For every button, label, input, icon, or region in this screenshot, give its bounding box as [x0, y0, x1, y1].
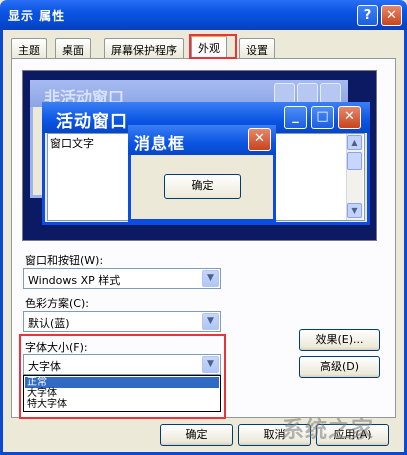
message-box-close-icon: ✕ [248, 128, 271, 151]
inactive-maximize-icon [297, 83, 318, 104]
tab-screensaver[interactable]: 屏幕保护程序 [104, 38, 184, 58]
windows-buttons-label: 窗口和按钮(W): [25, 254, 104, 267]
window-text: 窗口文字 [50, 137, 94, 150]
windows-buttons-select[interactable]: Windows XP 样式 ▼ [23, 268, 221, 289]
appearance-tab-highlight [189, 34, 237, 59]
scroll-up-icon: ▲ [347, 135, 362, 150]
active-minimize-icon: _ [284, 106, 307, 129]
title-bar: 显示 属性 ? ✕ [0, 0, 407, 30]
ok-button[interactable]: 确定 [160, 424, 233, 446]
watermark-logo: 系统之家 [282, 417, 375, 443]
window-title: 显示 属性 [8, 9, 66, 23]
active-close-icon: ✕ [338, 106, 361, 129]
close-button[interactable]: ✕ [381, 5, 402, 26]
color-scheme-label: 色彩方案(C): [25, 297, 89, 310]
tab-settings[interactable]: 设置 [239, 38, 275, 58]
windows-buttons-value: Windows XP 样式 [28, 274, 121, 287]
scroll-down-icon: ▼ [347, 203, 362, 218]
chevron-down-icon[interactable]: ▼ [202, 313, 219, 330]
active-window-title: 活动窗口 [56, 112, 128, 132]
advanced-button[interactable]: 高级(D) [299, 356, 380, 378]
help-button[interactable]: ? [357, 5, 378, 26]
active-maximize-icon: □ [311, 106, 334, 129]
color-scheme-value: 默认(蓝) [28, 317, 70, 330]
color-scheme-select[interactable]: 默认(蓝) ▼ [23, 311, 221, 332]
message-box-ok-button: 确定 [164, 174, 241, 199]
message-box-title: 消息框 [134, 134, 186, 153]
tab-desktop[interactable]: 桌面 [55, 38, 91, 58]
chevron-down-icon[interactable]: ▼ [202, 270, 219, 287]
tab-themes[interactable]: 主题 [11, 38, 47, 58]
inactive-minimize-icon [274, 83, 295, 104]
scroll-thumb [347, 152, 362, 170]
effects-button[interactable]: 效果(E)... [299, 329, 380, 351]
font-size-highlight [19, 334, 226, 419]
inactive-close-icon [320, 83, 341, 104]
